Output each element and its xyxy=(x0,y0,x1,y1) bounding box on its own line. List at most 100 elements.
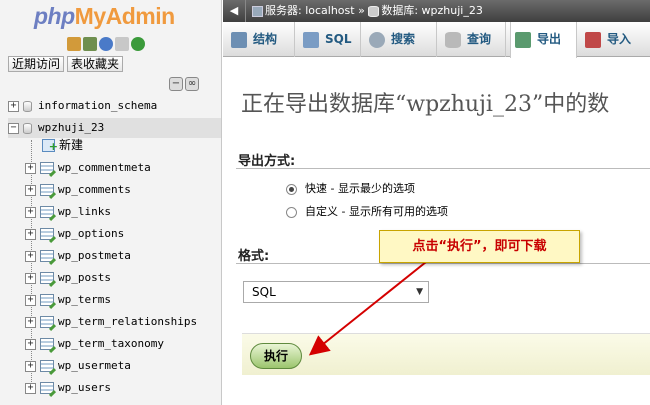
tree-table-item[interactable]: + wp_users xyxy=(25,378,111,398)
logo-php-text: php xyxy=(34,3,75,29)
back-arrow-icon[interactable]: ◀ xyxy=(223,0,245,22)
go-button[interactable]: 执行 xyxy=(250,343,302,369)
tree-db-information-schema[interactable]: + information_schema xyxy=(8,96,157,116)
structure-icon xyxy=(231,31,247,48)
tab-export[interactable]: 导出 xyxy=(510,22,577,58)
expand-icon[interactable]: + xyxy=(25,272,36,284)
collapse-icon[interactable]: − xyxy=(8,122,19,134)
table-name[interactable]: wp_postmeta xyxy=(58,249,131,262)
radio-custom-label[interactable]: 自定义 - 显示所有可用的选项 xyxy=(305,205,448,218)
table-icon xyxy=(40,382,54,394)
radio-quick[interactable]: 快速 - 显示最少的选项 xyxy=(286,180,415,196)
tab-structure[interactable]: 结构 xyxy=(227,22,295,57)
tab-label: 导出 xyxy=(537,32,562,46)
table-icon xyxy=(40,162,54,174)
tree-table-item[interactable]: + wp_posts xyxy=(25,268,111,288)
table-name[interactable]: wp_terms xyxy=(58,293,111,306)
table-icon xyxy=(40,338,54,350)
exit-icon[interactable] xyxy=(83,37,97,51)
annotation-callout: 点击“执行”，即可下载 xyxy=(379,230,580,263)
section-divider xyxy=(236,168,650,169)
expand-icon[interactable]: + xyxy=(8,100,19,112)
export-icon xyxy=(515,31,531,48)
table-name[interactable]: wp_usermeta xyxy=(58,359,131,372)
tree-table-item[interactable]: + wp_term_taxonomy xyxy=(25,334,164,354)
table-name[interactable]: wp_term_taxonomy xyxy=(58,337,164,350)
expand-icon[interactable]: + xyxy=(25,338,36,350)
favorite-tables-button[interactable]: 表收藏夹 xyxy=(67,56,124,72)
expand-icon[interactable]: + xyxy=(25,316,36,328)
db-name[interactable]: information_schema xyxy=(38,99,157,112)
table-name[interactable]: wp_users xyxy=(58,381,111,394)
expand-icon[interactable]: + xyxy=(25,382,36,394)
tree-new-table[interactable]: 新建 xyxy=(42,135,83,157)
tab-label: 搜索 xyxy=(391,32,416,46)
radio-quick-label[interactable]: 快速 - 显示最少的选项 xyxy=(305,182,415,195)
docs-icon[interactable] xyxy=(115,37,129,51)
expand-icon[interactable]: + xyxy=(25,184,36,196)
reload-icon[interactable] xyxy=(131,37,145,51)
breadcrumb-database[interactable]: 数据库: wpzhuji_23 xyxy=(381,4,483,17)
export-method-heading: 导出方式: xyxy=(238,154,296,169)
table-name[interactable]: wp_comments xyxy=(58,183,131,196)
tree-table-item[interactable]: + wp_options xyxy=(25,224,124,244)
dropdown-arrow-icon: ▼ xyxy=(416,287,423,297)
breadcrumb-server[interactable]: 服务器: localhost xyxy=(265,4,355,17)
radio-unchecked-icon[interactable] xyxy=(286,206,297,218)
collapse-all-button[interactable]: − xyxy=(169,77,183,91)
radio-checked-icon[interactable] xyxy=(286,183,297,195)
link-with-main-button[interactable]: ∞ xyxy=(185,77,199,91)
tree-table-item[interactable]: + wp_terms xyxy=(25,290,111,310)
tab-search[interactable]: 搜索 xyxy=(365,22,437,57)
database-icon xyxy=(23,100,32,112)
breadcrumb-separator: » xyxy=(358,4,365,17)
format-selected-value: SQL xyxy=(252,285,276,299)
table-icon xyxy=(40,360,54,372)
format-select[interactable]: SQL ▼ xyxy=(243,281,429,303)
tree-table-item[interactable]: + wp_links xyxy=(25,202,111,222)
table-name[interactable]: wp_links xyxy=(58,205,111,218)
table-icon xyxy=(40,250,54,262)
table-icon xyxy=(40,228,54,240)
tree-table-item[interactable]: + wp_postmeta xyxy=(25,246,131,266)
expand-icon[interactable]: + xyxy=(25,162,36,174)
new-table-label[interactable]: 新建 xyxy=(59,138,83,152)
tab-label: SQL xyxy=(325,32,352,46)
expand-icon[interactable]: + xyxy=(25,360,36,372)
tree-db-wpzhuji-23[interactable]: − wpzhuji_23 xyxy=(8,118,221,138)
breadcrumb-divider xyxy=(245,0,246,22)
tab-import[interactable]: 导入 xyxy=(581,22,650,57)
tree-table-item[interactable]: + wp_usermeta xyxy=(25,356,131,376)
table-name[interactable]: wp_term_relationships xyxy=(58,315,197,328)
expand-icon[interactable]: + xyxy=(25,206,36,218)
home-icon[interactable] xyxy=(67,37,81,51)
table-name[interactable]: wp_commentmeta xyxy=(58,161,151,174)
database-icon xyxy=(368,5,380,17)
radio-custom[interactable]: 自定义 - 显示所有可用的选项 xyxy=(286,203,448,219)
main-content: ◀ 服务器: localhost » 数据库: wpzhuji_23 结构 SQL… xyxy=(223,0,650,405)
tree-table-item[interactable]: + wp_term_relationships xyxy=(25,312,197,332)
table-name[interactable]: wp_posts xyxy=(58,271,111,284)
expand-icon[interactable]: + xyxy=(25,228,36,240)
help-icon[interactable] xyxy=(99,37,113,51)
db-name[interactable]: wpzhuji_23 xyxy=(38,121,104,134)
phpmyadmin-logo[interactable]: phpMyAdmin xyxy=(34,3,175,30)
expand-icon[interactable]: + xyxy=(25,250,36,262)
nav-icon-bar xyxy=(67,37,145,51)
expand-icon[interactable]: + xyxy=(25,294,36,306)
page-title: 正在导出数据库“wpzhuji_23”中的数 xyxy=(241,92,610,117)
new-table-icon xyxy=(42,137,58,157)
tab-query[interactable]: 查询 xyxy=(441,22,506,57)
table-icon xyxy=(40,294,54,306)
tab-sql[interactable]: SQL xyxy=(299,22,361,57)
breadcrumb: ◀ 服务器: localhost » 数据库: wpzhuji_23 xyxy=(223,0,650,22)
format-heading: 格式: xyxy=(238,249,270,264)
recent-tables-button[interactable]: 近期访问 xyxy=(8,56,65,72)
table-name[interactable]: wp_options xyxy=(58,227,124,240)
section-divider xyxy=(236,263,650,264)
tab-label: 结构 xyxy=(253,32,278,46)
tree-table-item[interactable]: + wp_commentmeta xyxy=(25,158,151,178)
tree-table-item[interactable]: + wp_comments xyxy=(25,180,131,200)
table-icon xyxy=(40,272,54,284)
database-icon xyxy=(23,122,32,134)
